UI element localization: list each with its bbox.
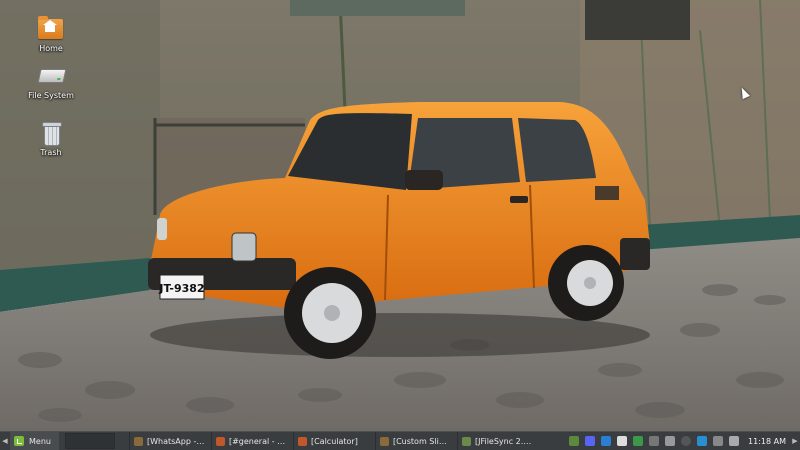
task-label: [Calculator]: [310, 436, 358, 446]
desktop-wallpaper: JT-9382: [0, 0, 800, 432]
task-whatsapp[interactable]: [WhatsApp - Mo...: [128, 432, 209, 450]
app-icon: [297, 436, 307, 446]
license-plate-text: JT-9382: [158, 282, 204, 295]
desktop-icon-label: File System: [28, 91, 74, 100]
update-icon[interactable]: [697, 436, 708, 446]
task-label: [WhatsApp - Mo...: [146, 436, 205, 446]
desktop-icon-file-system[interactable]: File System: [21, 63, 81, 100]
network-icon[interactable]: [649, 436, 660, 446]
taskbar: ◀ Menu [WhatsApp - Mo... [#general - Dis…: [0, 431, 800, 450]
app-icon: [379, 436, 389, 446]
left-arrow-icon[interactable]: ◀: [0, 437, 10, 445]
desktop-icon-label: Trash: [40, 148, 62, 157]
steam-icon[interactable]: [681, 436, 692, 446]
desktop-icon-label: Home: [39, 44, 63, 53]
task-label: [Custom SlimTo...: [392, 436, 451, 446]
app-icon: [461, 436, 471, 446]
tray-app-icon[interactable]: [569, 436, 580, 446]
clock[interactable]: 11:18 AM: [748, 437, 786, 446]
right-arrow-icon[interactable]: ▶: [790, 437, 800, 445]
app-icon: [133, 436, 143, 446]
mint-logo-icon: [14, 436, 24, 446]
menu-label: Menu: [29, 436, 51, 446]
menu-button[interactable]: Menu: [10, 432, 59, 450]
bluetooth-icon[interactable]: [601, 436, 612, 446]
volume-icon[interactable]: [713, 436, 724, 446]
quick-launch-area[interactable]: [64, 433, 115, 449]
drive-icon: [37, 63, 67, 89]
thermometer-icon[interactable]: [665, 436, 676, 446]
task-custom-slimto[interactable]: [Custom SlimTo...: [374, 432, 455, 450]
task-label: [#general - Disc...: [228, 436, 287, 446]
app-icon: [215, 436, 225, 446]
clipboard-icon[interactable]: [617, 436, 628, 446]
task-jfilesync[interactable]: [JFileSync 2.2 - L...: [456, 432, 537, 450]
task-calculator[interactable]: [Calculator]: [292, 432, 373, 450]
trash-icon: [37, 120, 65, 146]
task-discord[interactable]: [#general - Disc...: [210, 432, 291, 450]
task-label: [JFileSync 2.2 - L...: [474, 436, 533, 446]
desktop-icon-trash[interactable]: Trash: [21, 120, 81, 157]
battery-icon[interactable]: [729, 436, 740, 446]
desktop-icon-home[interactable]: Home: [21, 16, 81, 53]
discord-tray-icon[interactable]: [585, 436, 596, 446]
home-folder-icon: [37, 16, 65, 42]
system-tray: 11:18 AM ▶: [566, 432, 800, 450]
shield-icon[interactable]: [633, 436, 644, 446]
